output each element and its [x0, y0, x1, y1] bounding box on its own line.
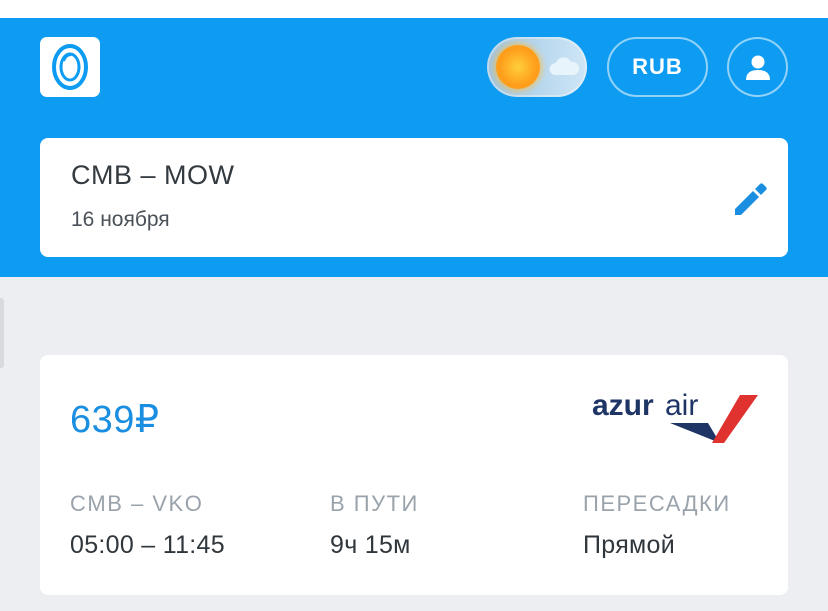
transfers-column: ПЕРЕСАДКИ Прямой — [583, 491, 731, 560]
profile-button[interactable] — [727, 37, 788, 97]
svg-text:azur: azur — [592, 389, 654, 422]
segment-column: CMB – VKO 05:00 – 11:45 — [70, 491, 225, 560]
airline-logo: azur air — [592, 389, 758, 443]
search-summary-card[interactable]: CMB – MOW 16 ноября — [40, 138, 788, 257]
ticket-card[interactable]: 639₽ azur air CMB – VKO 05:00 – 11:45 В … — [40, 355, 788, 595]
svg-text:air: air — [665, 389, 698, 422]
top-status-strip — [0, 0, 828, 18]
user-icon — [745, 55, 770, 80]
segment-time: 05:00 – 11:45 — [70, 531, 225, 559]
search-route: CMB – MOW — [71, 160, 235, 190]
duration-column: В ПУТИ 9ч 15м — [330, 491, 419, 560]
duration-value: 9ч 15м — [330, 531, 411, 559]
transfers-value: Прямой — [583, 531, 675, 559]
edit-search-button[interactable] — [729, 179, 769, 219]
side-panel-edge[interactable] — [0, 298, 4, 368]
cloud-icon — [549, 57, 580, 75]
theme-toggle[interactable] — [487, 37, 587, 97]
search-date: 16 ноября — [71, 208, 170, 231]
segment-label: CMB – VKO — [70, 491, 204, 516]
ticket-price: 639₽ — [70, 399, 160, 441]
currency-button[interactable]: RUB — [607, 37, 708, 97]
sun-icon — [496, 45, 540, 89]
app-logo[interactable] — [40, 37, 100, 97]
porthole-logo-icon — [52, 44, 88, 90]
duration-label: В ПУТИ — [330, 491, 419, 516]
transfers-label: ПЕРЕСАДКИ — [583, 491, 731, 516]
pencil-icon — [735, 183, 767, 215]
